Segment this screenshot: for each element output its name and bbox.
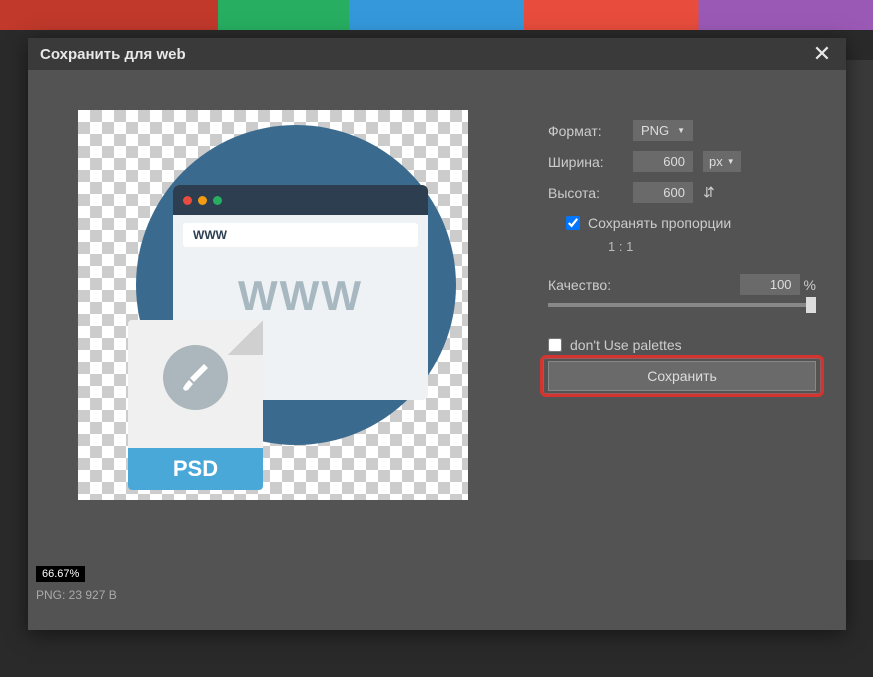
proportions-row: Сохранять пропорции	[566, 215, 816, 231]
file-size-info: PNG: 23 927 B	[36, 588, 117, 602]
file-fold-corner	[228, 320, 263, 355]
zoom-level: 66.67%	[36, 566, 85, 582]
height-row: Высота: ⇵	[548, 182, 816, 203]
width-input[interactable]	[633, 151, 693, 172]
quality-unit: %	[804, 277, 816, 293]
psd-badge: PSD	[128, 448, 263, 490]
width-row: Ширина: px ▼	[548, 151, 816, 172]
app-color-bar	[0, 0, 873, 30]
palettes-row: don't Use palettes	[548, 337, 816, 353]
slider-thumb[interactable]	[806, 297, 816, 313]
settings-panel: Формат: PNG ▼ Ширина: px ▼ Высота: ⇵	[528, 70, 846, 630]
www-text: WWW	[173, 272, 428, 320]
quality-input[interactable]	[740, 274, 800, 295]
window-dot-yellow	[198, 196, 207, 205]
format-label: Формат:	[548, 123, 623, 139]
dialog-title: Сохранить для web	[40, 46, 186, 63]
save-button[interactable]: Сохранить	[548, 361, 816, 391]
chevron-down-icon: ▼	[727, 157, 735, 166]
brush-icon	[163, 345, 228, 410]
swap-dimensions-icon[interactable]: ⇵	[703, 184, 715, 201]
quality-value-group: %	[740, 274, 816, 295]
preview-canvas: WWW WWW PSD	[78, 110, 468, 500]
window-dot-green	[213, 196, 222, 205]
browser-titlebar	[173, 185, 428, 215]
format-row: Формат: PNG ▼	[548, 120, 816, 141]
quality-label: Качество:	[548, 277, 611, 293]
window-dot-red	[183, 196, 192, 205]
quality-slider[interactable]	[548, 303, 816, 307]
save-for-web-dialog: Сохранить для web ✕ WWW WWW	[28, 38, 846, 630]
chevron-down-icon: ▼	[677, 126, 685, 135]
dialog-body: WWW WWW PSD 66.67% PNG: 23 927 B	[28, 70, 846, 630]
preview-area: WWW WWW PSD 66.67% PNG: 23 927 B	[28, 70, 528, 630]
save-button-row: Сохранить	[548, 361, 816, 391]
psd-file-icon: PSD	[128, 320, 263, 490]
width-unit-select[interactable]: px ▼	[703, 151, 741, 172]
dialog-header: Сохранить для web ✕	[28, 38, 846, 70]
close-icon[interactable]: ✕	[810, 42, 834, 66]
width-unit: px	[709, 154, 723, 169]
palettes-label: don't Use palettes	[570, 337, 682, 353]
format-select[interactable]: PNG ▼	[633, 120, 693, 141]
height-input[interactable]	[633, 182, 693, 203]
aspect-ratio-text: 1 : 1	[608, 239, 816, 254]
palettes-checkbox[interactable]	[548, 338, 562, 352]
browser-url-bar: WWW	[183, 223, 418, 247]
format-value: PNG	[641, 123, 669, 138]
quality-row: Качество: %	[548, 274, 816, 295]
width-label: Ширина:	[548, 154, 623, 170]
right-side-panel	[846, 60, 873, 560]
height-label: Высота:	[548, 185, 623, 201]
keep-proportions-label: Сохранять пропорции	[588, 215, 731, 231]
keep-proportions-checkbox[interactable]	[566, 216, 580, 230]
